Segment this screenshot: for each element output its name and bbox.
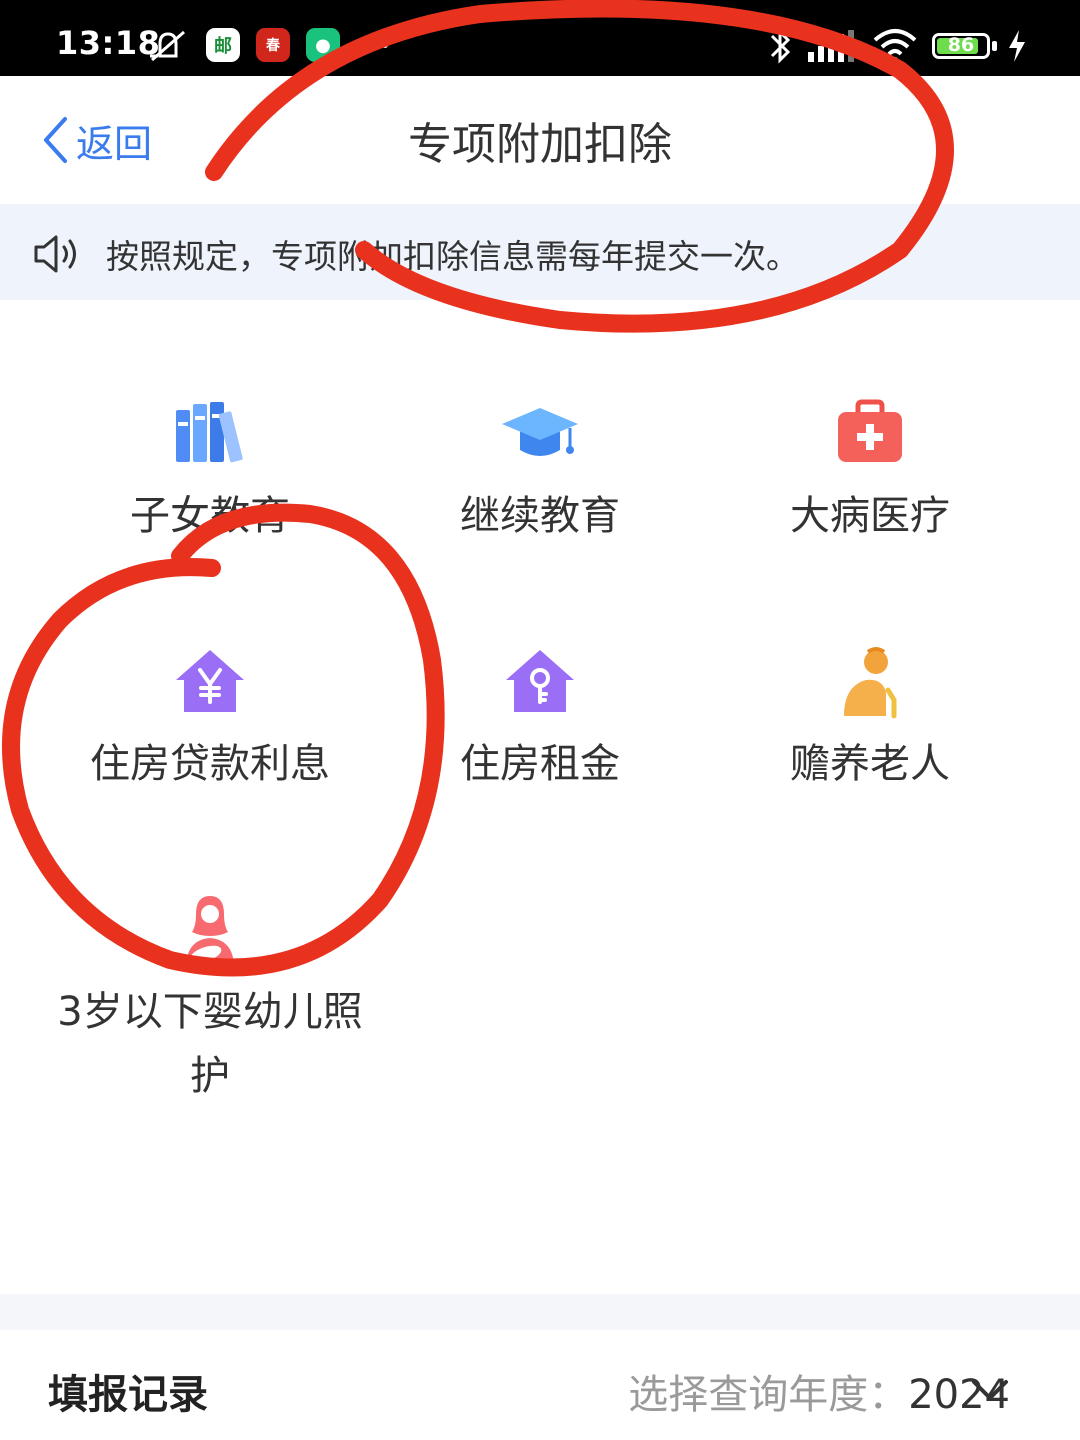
- house-yuan-icon: [176, 650, 244, 712]
- item-infant-care[interactable]: 3岁以下婴幼儿照 护: [30, 892, 390, 1112]
- mother-baby-icon: [186, 896, 234, 968]
- battery-percent: 86: [947, 34, 975, 56]
- signal-icon: [808, 30, 854, 62]
- medical-kit-icon: [838, 399, 902, 462]
- page: 13:18 邮 春 ● HD 86 返回 专项附加扣除 按照规定，专项附加扣除信…: [0, 0, 1080, 1440]
- house-key-icon: [506, 650, 574, 712]
- notice-bar: 按照规定，专项附加扣除信息需每年提交一次。: [0, 204, 1080, 300]
- nav-bar: 返回 专项附加扣除: [0, 76, 1080, 204]
- item-label: 住房贷款利息: [90, 741, 330, 787]
- battery-tip: [992, 41, 997, 51]
- item-child-education[interactable]: 子女教育: [30, 396, 390, 546]
- chevron-down-icon[interactable]: [970, 1378, 1010, 1404]
- bluetooth-icon: [770, 28, 791, 64]
- year-selector-label: 选择查询年度：: [628, 1372, 909, 1418]
- notice-text: 按照规定，专项附加扣除信息需每年提交一次。: [106, 237, 799, 276]
- item-label-line2: 护: [190, 1053, 230, 1099]
- item-label: 住房租金: [460, 741, 620, 787]
- item-housing-loan-interest[interactable]: 住房贷款利息: [30, 644, 390, 794]
- item-label-line1: 3岁以下婴幼儿照: [57, 989, 363, 1035]
- page-title: 专项附加扣除: [408, 119, 672, 170]
- item-elderly-support[interactable]: 赡养老人: [690, 644, 1050, 794]
- elderly-person-icon: [844, 647, 897, 719]
- year-selector[interactable]: 选择查询年度：2024: [628, 1362, 1010, 1420]
- books-icon: [176, 402, 243, 463]
- records-title: 填报记录: [48, 1372, 208, 1418]
- more-notifications-icon: [370, 42, 388, 48]
- item-housing-rent[interactable]: 住房租金: [360, 644, 720, 794]
- item-label: 大病医疗: [790, 493, 950, 539]
- app-badge-post-icon: 邮: [206, 28, 240, 62]
- item-label: 继续教育: [460, 493, 620, 539]
- graduation-cap-icon: [502, 408, 578, 456]
- item-label: 赡养老人: [790, 741, 950, 787]
- charging-bolt-icon: [1009, 30, 1025, 62]
- item-serious-illness-medical[interactable]: 大病医疗: [690, 396, 1050, 546]
- item-continuing-education[interactable]: 继续教育: [360, 396, 720, 546]
- speaker-icon: [34, 235, 76, 273]
- status-bar: 13:18 邮 春 ● HD 86: [0, 0, 1080, 76]
- status-time: 13:18: [56, 24, 161, 62]
- battery-icon: 86: [932, 33, 990, 59]
- section-divider: [0, 1294, 1080, 1330]
- item-label: 子女教育: [130, 493, 290, 539]
- wifi-icon: [873, 29, 917, 63]
- mute-bell-icon: [150, 30, 185, 62]
- app-badge-red-icon: 春: [256, 28, 290, 62]
- app-badge-green-icon: ●: [306, 28, 340, 62]
